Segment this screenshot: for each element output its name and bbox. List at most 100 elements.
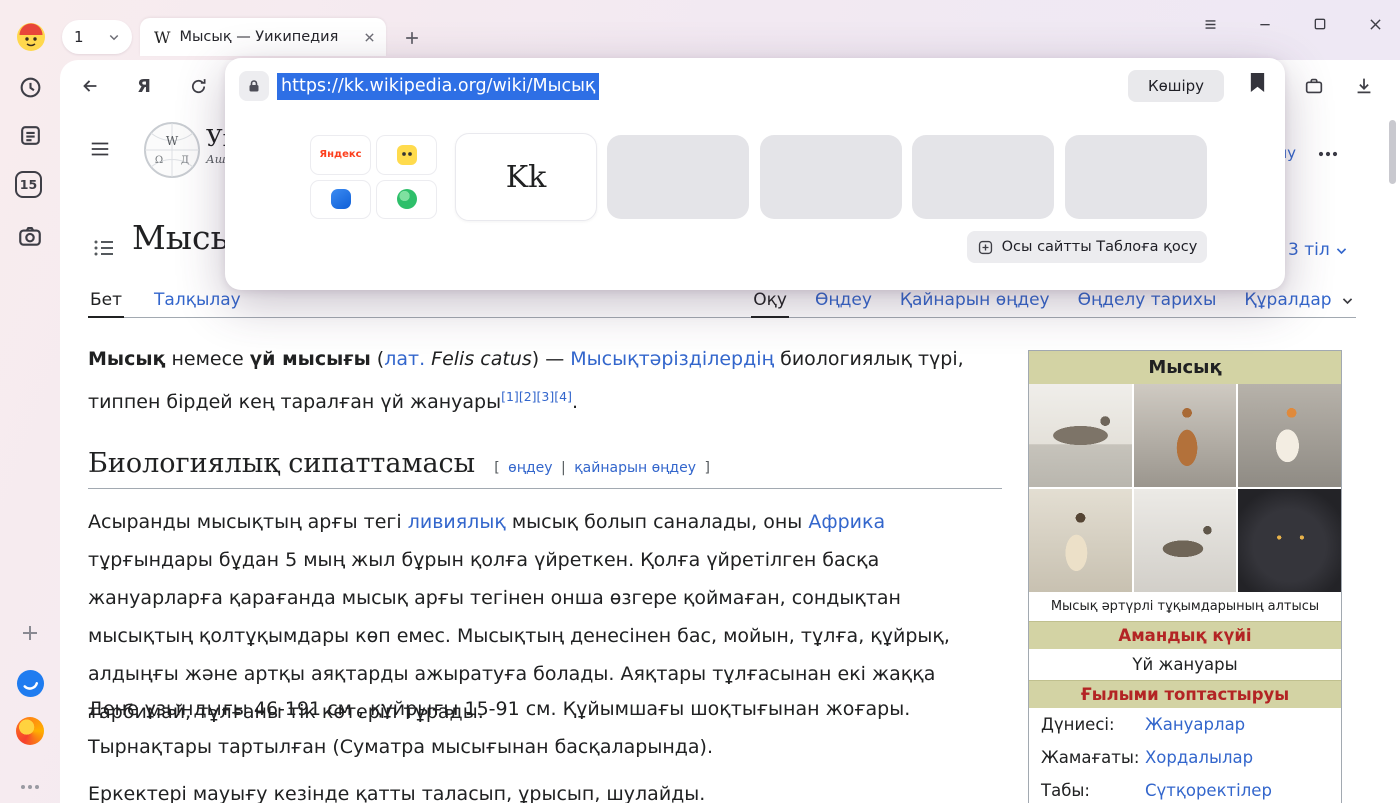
green-service-icon: [397, 189, 417, 209]
scrollbar-thumb[interactable]: [1389, 120, 1396, 184]
language-button[interactable]: 3 тіл: [1288, 240, 1348, 260]
separator: |: [561, 460, 566, 476]
cat-photo-abyssinian[interactable]: [1134, 384, 1237, 487]
intro-text: ) —: [532, 348, 571, 370]
taxonomy-value-link[interactable]: Хордалылар: [1145, 748, 1253, 767]
tab-group-button[interactable]: 1: [62, 20, 132, 54]
wikipedia-logo[interactable]: W Ω Д: [142, 120, 202, 184]
ref-4[interactable]: [4]: [554, 389, 572, 404]
latin-link[interactable]: лат.: [384, 348, 425, 370]
ref-2[interactable]: [2]: [519, 389, 537, 404]
browser-menu-icon[interactable]: [1199, 13, 1221, 35]
yandex-green-service-tile[interactable]: [376, 180, 437, 220]
africa-link[interactable]: Африка: [808, 511, 885, 533]
yandex-service-orange-icon[interactable]: [15, 716, 45, 746]
infobox-caption: Мысық әртүрлі тұқымдарының алтысы: [1029, 592, 1341, 621]
cat-photo-white-orange[interactable]: [1238, 384, 1341, 487]
yandex-search-tile[interactable]: Яндекс: [310, 135, 371, 175]
cat-photo-siamese[interactable]: [1029, 489, 1132, 592]
language-button-label: 3 тіл: [1288, 240, 1330, 260]
taxonomy-label: Дүниесі:: [1041, 715, 1145, 734]
section-heading-row: Биологиялық сипаттамасы [ өңдеу | қайнар…: [88, 448, 1002, 489]
article-paragraph: Дене ұзындығы 46-191 см , құйрығы 15-91 …: [88, 690, 1004, 766]
empty-tablo-tile: [1065, 135, 1207, 219]
yandex-service-blue-icon[interactable]: [15, 668, 45, 698]
chevron-down-icon: [1335, 244, 1348, 257]
history-icon[interactable]: [15, 72, 45, 102]
plus-icon: [402, 28, 422, 48]
back-button[interactable]: [72, 68, 108, 104]
add-to-tablo-label: Осы сайтты Таблоға қосу: [1002, 239, 1198, 255]
maximize-button[interactable]: [1309, 13, 1331, 35]
article-intro: Мысық немесе үй мысығы (лат. Felis catus…: [88, 340, 1004, 421]
minimize-button[interactable]: [1254, 13, 1276, 35]
section-edit-source-link[interactable]: қайнарын өңдеу: [574, 460, 696, 476]
intro-text: .: [572, 391, 578, 413]
browser-tab[interactable]: W Мысық — Уикипедия: [140, 18, 386, 56]
tab-talk[interactable]: Талқылау: [152, 284, 243, 317]
wiki-more-menu-icon[interactable]: [1316, 142, 1340, 170]
taxonomy-value-link[interactable]: Жануарлар: [1145, 715, 1245, 734]
section-heading: Биологиялық сипаттамасы: [88, 448, 475, 479]
tab-page[interactable]: Бет: [88, 284, 124, 318]
screenshot-camera-icon[interactable]: [15, 221, 45, 251]
svg-text:W: W: [166, 134, 179, 148]
tab-title: Мысық — Уикипедия: [179, 29, 357, 45]
add-square-icon: [977, 239, 994, 256]
extensions-icon[interactable]: [1296, 68, 1332, 104]
felidae-link[interactable]: Мысықтәрізділердің: [570, 348, 774, 370]
taxonomy-row: Дүниесі: Жануарлар: [1029, 708, 1341, 741]
cat-photo-tabby-walking[interactable]: [1134, 489, 1237, 592]
blue-service-icon: [331, 189, 351, 209]
close-button[interactable]: [1364, 13, 1386, 35]
taxonomy-value-link[interactable]: Сүтқоректілер: [1145, 781, 1272, 800]
cat-photo-black[interactable]: [1238, 489, 1341, 592]
sidebar-more-icon[interactable]: [15, 772, 45, 802]
feed-icon[interactable]: [15, 120, 45, 150]
section-edit-links: [ өңдеу | қайнарын өңдеу ]: [494, 460, 710, 476]
species-latin-name: Felis catus: [425, 348, 532, 370]
ref-1[interactable]: [1]: [501, 389, 519, 404]
section-edit-link[interactable]: өңдеу: [508, 460, 552, 476]
url-input[interactable]: https://kk.wikipedia.org/wiki/Мысық: [277, 73, 599, 100]
infobox: Мысық Мысық әртүрлі тұқымдарының алтысы …: [1028, 350, 1342, 803]
wiki-hamburger-icon[interactable]: [88, 138, 112, 164]
kk-wikipedia-tile[interactable]: Kk: [455, 133, 597, 221]
taxonomy-row: Табы: Сүтқоректілер: [1029, 774, 1341, 803]
yandex-yellow-service-tile[interactable]: [376, 135, 437, 175]
taxonomy-label: Жамағаты:: [1041, 748, 1145, 767]
taxonomy-row: Жамағаты: Хордалылар: [1029, 741, 1341, 774]
infobox-taxonomy-header: Ғылыми топтастыруы: [1029, 680, 1341, 708]
intro-bold-term: Мысық: [88, 348, 165, 370]
paragraph-text: мысық болып саналады, оны: [506, 511, 809, 533]
sidebar: 15: [0, 60, 60, 803]
downloads-icon[interactable]: [1346, 68, 1382, 104]
lock-icon: [246, 78, 262, 94]
bracket: [: [494, 460, 499, 476]
site-security-button[interactable]: [239, 71, 269, 101]
profile-avatar[interactable]: [16, 22, 46, 52]
paragraph-text: Асыранды мысықтың арғы тегі: [88, 511, 408, 533]
sidebar-add-icon[interactable]: [15, 618, 45, 648]
bookmark-icon[interactable]: [1248, 71, 1267, 98]
url-dropdown-panel: https://kk.wikipedia.org/wiki/Мысық Көші…: [225, 58, 1285, 290]
wikipedia-favicon: W: [154, 28, 170, 47]
yandex-services-tile: Яндекс: [310, 135, 437, 219]
intro-text: (: [371, 348, 384, 370]
empty-tablo-tile: [607, 135, 749, 219]
intro-bold-term-2: үй мысығы: [250, 348, 371, 370]
cat-photo-gray-tabby-lying[interactable]: [1029, 384, 1132, 487]
yandex-search-button[interactable]: Я: [126, 68, 162, 104]
ref-3[interactable]: [3]: [537, 389, 555, 404]
yandex-blue-service-tile[interactable]: [310, 180, 371, 220]
copy-url-button[interactable]: Көшіру: [1128, 70, 1224, 102]
tab-close-icon[interactable]: [363, 31, 376, 44]
add-to-tablo-button[interactable]: Осы сайтты Таблоға қосу: [967, 231, 1207, 263]
new-tab-button[interactable]: [398, 24, 426, 52]
reload-button[interactable]: [180, 68, 216, 104]
orange-orb-icon: [16, 717, 44, 745]
contents-list-icon[interactable]: [92, 236, 116, 264]
tab-counter[interactable]: 15: [15, 171, 42, 198]
infobox-status-header: Амандық күйі: [1029, 621, 1341, 649]
libyan-cat-link[interactable]: ливиялық: [408, 511, 506, 533]
